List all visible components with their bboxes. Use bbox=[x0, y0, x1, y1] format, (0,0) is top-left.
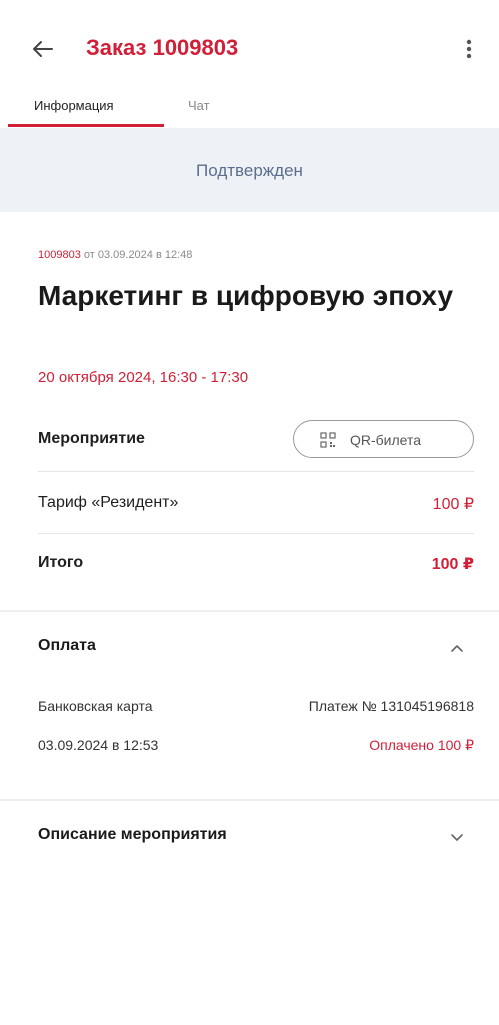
payment-datetime: 03.09.2024 в 12:53 bbox=[38, 737, 159, 753]
divider bbox=[38, 533, 474, 534]
order-meta: 1009803 от 03.09.2024 в 12:48 bbox=[38, 249, 192, 261]
payment-method: Банковская карта bbox=[38, 698, 153, 714]
order-number: 1009803 bbox=[38, 249, 81, 261]
back-button[interactable] bbox=[28, 34, 58, 64]
payment-status-row: 03.09.2024 в 12:53 Оплачено 100 ₽ bbox=[38, 737, 474, 753]
payment-section-header[interactable]: Оплата bbox=[38, 637, 474, 667]
order-date: от 03.09.2024 в 12:48 bbox=[83, 249, 193, 261]
divider bbox=[38, 471, 474, 472]
qr-code-icon bbox=[320, 432, 336, 448]
event-title: Маркетинг в цифровую эпоху bbox=[38, 280, 454, 311]
tab-information[interactable]: Информация bbox=[34, 98, 114, 113]
qr-ticket-button[interactable]: QR-билета bbox=[293, 420, 474, 458]
description-section-header[interactable]: Описание мероприятия bbox=[38, 826, 474, 856]
payment-number: Платеж № 131045196818 bbox=[308, 698, 474, 714]
payment-status: Оплачено 100 ₽ bbox=[369, 737, 474, 753]
tariff-price: 100 ₽ bbox=[432, 496, 474, 513]
description-section-title: Описание мероприятия bbox=[38, 826, 227, 843]
tariff-label: Тариф «Резидент» bbox=[38, 494, 179, 511]
chevron-up-icon bbox=[451, 645, 463, 652]
arrow-left-icon bbox=[33, 41, 53, 57]
order-status-label: Подтвержден bbox=[196, 161, 303, 180]
page-title: Заказ 1009803 bbox=[86, 35, 239, 60]
more-menu-button[interactable] bbox=[459, 34, 479, 64]
tab-chat[interactable]: Чат bbox=[188, 98, 210, 113]
top-app-bar: Заказ 1009803 bbox=[0, 0, 499, 88]
event-date: 20 октября 2024, 16:30 - 17:30 bbox=[38, 369, 249, 386]
order-status-banner: Подтвержден bbox=[0, 128, 499, 212]
total-price: 100 ₽ bbox=[431, 556, 474, 573]
event-label: Мероприятие bbox=[38, 430, 145, 447]
payment-section-title: Оплата bbox=[38, 637, 96, 654]
payment-method-row: Банковская карта Платеж № 131045196818 bbox=[38, 698, 474, 714]
section-divider bbox=[0, 799, 499, 801]
total-label: Итого bbox=[38, 554, 84, 571]
chevron-down-icon bbox=[451, 834, 463, 841]
qr-ticket-label: QR-билета bbox=[350, 432, 422, 448]
total-row: Итого 100 ₽ bbox=[38, 554, 474, 573]
more-vertical-icon bbox=[466, 39, 472, 59]
tariff-row: Тариф «Резидент» 100 ₽ bbox=[38, 494, 474, 513]
active-tab-indicator bbox=[8, 124, 164, 127]
section-divider bbox=[0, 610, 499, 612]
tab-bar: Информация Чат bbox=[0, 88, 499, 128]
